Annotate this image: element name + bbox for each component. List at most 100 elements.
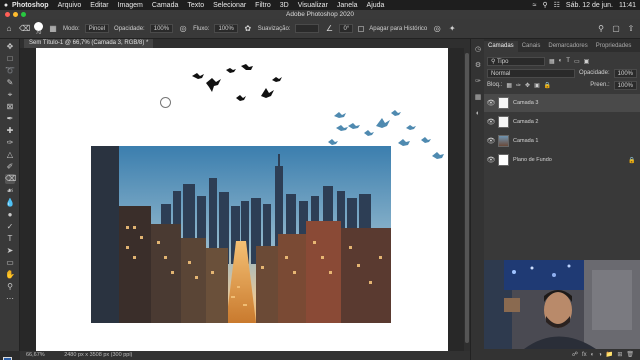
menu-editar[interactable]: Editar	[90, 2, 108, 9]
tab-camadas[interactable]: Camadas	[484, 41, 518, 52]
quick-select-tool-icon[interactable]: ✎	[5, 78, 15, 88]
home-icon[interactable]: ⌂	[4, 24, 14, 34]
menu-ajuda[interactable]: Ajuda	[367, 2, 385, 9]
tab-propriedades[interactable]: Propriedades	[592, 41, 636, 52]
tab-canais[interactable]: Canais	[518, 41, 545, 52]
zoom-tool-icon[interactable]: ⚲	[5, 282, 15, 292]
brush-settings-icon[interactable]: ▦	[48, 24, 58, 34]
history-panel-icon[interactable]: ◷	[473, 45, 483, 55]
blend-mode-select[interactable]: Normal	[487, 68, 575, 78]
link-layers-icon[interactable]: ☍	[572, 351, 578, 358]
panel-menu-icon[interactable]: ☰	[635, 41, 640, 52]
frame-tool-icon[interactable]: ⊠	[5, 102, 15, 112]
options-search-icon[interactable]: ⚲	[596, 24, 606, 34]
paint-bucket-tool-icon[interactable]: ☙	[5, 186, 15, 196]
airbrush-icon[interactable]: ✿	[243, 24, 253, 34]
visibility-eye-icon[interactable]: 👁	[484, 137, 498, 145]
menu-imagem[interactable]: Imagem	[118, 2, 143, 9]
lock-position-icon[interactable]: ✥	[525, 82, 530, 89]
flow-input[interactable]: 100%	[214, 24, 238, 33]
eraser-tool-preset-icon[interactable]: ⌫	[19, 24, 30, 34]
lock-all-icon[interactable]: 🔒	[544, 82, 551, 89]
layer-opacity-input[interactable]: 100%	[613, 68, 637, 78]
eyedropper-tool-icon[interactable]: ✒	[5, 114, 15, 124]
swatches-panel-icon[interactable]: ▦	[473, 93, 483, 103]
layer-style-icon[interactable]: fx	[582, 352, 587, 358]
pressure-opacity-icon[interactable]: ◎	[178, 24, 188, 34]
menu-arquivo[interactable]: Arquivo	[58, 2, 82, 9]
zoom-level[interactable]: 66,67%	[26, 352, 45, 358]
opacity-input[interactable]: 100%	[149, 24, 174, 33]
visibility-eye-icon[interactable]: 👁	[484, 99, 498, 107]
menu-visualizar[interactable]: Visualizar	[298, 2, 328, 9]
more-tools-icon[interactable]: ⋯	[5, 294, 15, 304]
dodge-tool-icon[interactable]: ●	[5, 210, 15, 220]
menu-selecionar[interactable]: Selecionar	[213, 2, 246, 9]
menu-3d[interactable]: 3D	[280, 2, 289, 9]
menu-date[interactable]: Sáb. 12 de jun.	[566, 2, 613, 9]
symmetry-icon[interactable]: ✦	[447, 24, 457, 34]
menu-time[interactable]: 11:41	[619, 2, 636, 9]
layer-row-camada-2[interactable]: 👁 Camada 2	[484, 113, 640, 131]
wifi-icon[interactable]: ≈	[533, 2, 537, 9]
visibility-eye-icon[interactable]: 👁	[484, 156, 498, 164]
menu-filtro[interactable]: Filtro	[255, 2, 271, 9]
properties-panel-icon[interactable]: ⚙	[473, 61, 483, 71]
scrollbar-thumb[interactable]	[465, 53, 469, 343]
search-icon[interactable]: ⚲	[542, 1, 547, 9]
lasso-tool-icon[interactable]: ➰	[5, 66, 15, 76]
apple-menu-icon[interactable]: ●	[0, 2, 12, 9]
menu-camada[interactable]: Camada	[152, 2, 178, 9]
history-brush-tool-icon[interactable]: ✐	[5, 162, 15, 172]
lock-artboard-icon[interactable]: ▣	[534, 82, 540, 89]
new-layer-icon[interactable]: ⊞	[617, 351, 622, 358]
clone-stamp-tool-icon[interactable]: △	[5, 150, 15, 160]
adjustments-panel-icon[interactable]: ◐	[473, 109, 483, 119]
menu-texto[interactable]: Texto	[187, 2, 204, 9]
filter-smart-icon[interactable]: ▣	[584, 58, 590, 65]
move-tool-icon[interactable]: ✥	[5, 42, 15, 52]
brush-preset-picker[interactable]: 70	[34, 21, 43, 36]
hand-tool-icon[interactable]: ✋	[5, 270, 15, 280]
layer-row-camada-3[interactable]: 👁 Camada 3	[484, 94, 640, 112]
smoothing-input[interactable]	[295, 24, 320, 33]
lock-pixels-icon[interactable]: ▦	[506, 82, 512, 89]
fill-input[interactable]: 100%	[613, 80, 637, 90]
filter-shape-icon[interactable]: ▭	[574, 58, 580, 65]
layer-row-plano-de-fundo[interactable]: 👁 Plano de Fundo 🔒	[484, 151, 640, 169]
rectangle-tool-icon[interactable]: ▭	[5, 258, 15, 268]
filter-type-icon[interactable]: T	[566, 58, 570, 64]
layer-filter-select[interactable]: ⚲ Tipo	[487, 56, 545, 66]
workspace-icon[interactable]: ▢	[611, 24, 621, 34]
pen-tool-icon[interactable]: ✓	[5, 222, 15, 232]
pressure-size-icon[interactable]: ◎	[432, 24, 442, 34]
zoom-window-button[interactable]	[21, 12, 26, 17]
path-selection-tool-icon[interactable]: ➤	[5, 246, 15, 256]
delete-layer-icon[interactable]: 🗑	[626, 351, 634, 358]
type-tool-icon[interactable]: T	[5, 234, 15, 244]
document-info[interactable]: 2480 px x 3508 px (300 ppi)	[64, 352, 132, 358]
crop-tool-icon[interactable]: ⌖	[5, 90, 15, 100]
lock-paint-icon[interactable]: ✑	[516, 82, 521, 89]
mode-select[interactable]: Pincel	[84, 24, 110, 33]
eraser-tool-icon[interactable]: ⌫	[5, 174, 16, 184]
angle-input[interactable]: 0°	[339, 24, 354, 33]
add-mask-icon[interactable]: ◐	[591, 352, 595, 358]
menu-janela[interactable]: Janela	[337, 2, 358, 9]
control-center-icon[interactable]: ☷	[554, 1, 560, 9]
new-adjustment-icon[interactable]: ◑	[598, 352, 602, 358]
brush-tool-icon[interactable]: ✑	[5, 138, 15, 148]
visibility-eye-icon[interactable]: 👁	[484, 118, 498, 126]
brush-panel-icon[interactable]: ✑	[473, 77, 483, 87]
filter-adjustment-icon[interactable]: ◐	[559, 58, 563, 64]
tab-demarcadores[interactable]: Demarcadores	[544, 41, 591, 52]
erase-history-checkbox[interactable]	[358, 25, 365, 32]
filter-pixel-icon[interactable]: ▦	[549, 58, 555, 65]
share-icon[interactable]: ⇧	[626, 24, 636, 34]
layer-row-camada-1[interactable]: 👁 Camada 1	[484, 132, 640, 150]
document-tab[interactable]: Sem Título-1 @ 66,7% (Camada 3, RGB/8) *	[24, 39, 154, 48]
marquee-tool-icon[interactable]: □	[5, 54, 15, 64]
menu-app-name[interactable]: Photoshop	[12, 2, 49, 9]
blur-tool-icon[interactable]: 💧	[5, 198, 15, 208]
close-window-button[interactable]	[5, 12, 10, 17]
